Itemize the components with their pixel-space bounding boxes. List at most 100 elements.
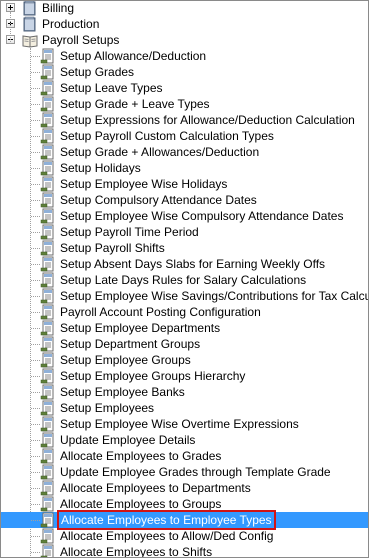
tree-item-setup-late-days-rules-for-salary-calculations[interactable]: Setup Late Days Rules for Salary Calcula… (1, 272, 368, 288)
tree-item-allocate-employees-to-departments[interactable]: Allocate Employees to Departments (1, 480, 368, 496)
tree-item-setup-leave-types[interactable]: Setup Leave Types (1, 80, 368, 96)
tree-root-connector-line (10, 12, 11, 44)
document-page-icon (40, 304, 56, 320)
document-page-icon (40, 160, 56, 176)
tree-item-update-employee-details[interactable]: Update Employee Details (1, 432, 368, 448)
document-page-icon (40, 528, 56, 544)
tree-item-setup-employee-banks[interactable]: Setup Employee Banks (1, 384, 368, 400)
tree-branch-line (31, 392, 40, 393)
tree-item-label: Setup Employee Groups (60, 353, 191, 367)
document-page-icon (40, 80, 56, 96)
tree-item-setup-grades[interactable]: Setup Grades (1, 64, 368, 80)
tree-item-label: Setup Grade + Allowances/Deduction (60, 145, 260, 159)
document-page-icon (40, 496, 56, 512)
tree-branch-line (31, 56, 40, 57)
document-page-icon (40, 544, 56, 557)
tree-item-setup-employee-wise-compulsory-attendance-dates[interactable]: Setup Employee Wise Compulsory Attendanc… (1, 208, 368, 224)
tree-branch-line (31, 296, 40, 297)
tree-branch-line (31, 536, 40, 537)
tree-item-label: Setup Payroll Custom Calculation Types (60, 129, 274, 143)
tree-item-label: Setup Department Groups (60, 337, 201, 351)
tree-item-setup-payroll-custom-calculation-types[interactable]: Setup Payroll Custom Calculation Types (1, 128, 368, 144)
tree-branch-line (31, 408, 40, 409)
tree-branch-line (31, 152, 40, 153)
tree-item-setup-absent-days-slabs-for-earning-weekly-offs[interactable]: Setup Absent Days Slabs for Earning Week… (1, 256, 368, 272)
tree-item-label: Allocate Employees to Grades (60, 449, 222, 463)
tree-item-setup-employees[interactable]: Setup Employees (1, 400, 368, 416)
tree-branch-line (31, 456, 40, 457)
tree-item-setup-grade-leave-types[interactable]: Setup Grade + Leave Types (1, 96, 368, 112)
tree-branch-line (31, 184, 40, 185)
tree-item-setup-holidays[interactable]: Setup Holidays (1, 160, 368, 176)
tree-branch-line (31, 248, 40, 249)
tree-item-allocate-employees-to-employee-types[interactable]: Allocate Employees to Employee Types (1, 510, 368, 530)
document-page-icon (40, 384, 56, 400)
tree-branch-line (31, 520, 40, 521)
tree-item-allocate-employees-to-shifts[interactable]: Allocate Employees to Shifts (1, 544, 368, 558)
tree-item-setup-grade-allowances-deduction[interactable]: Setup Grade + Allowances/Deduction (1, 144, 368, 160)
document-page-icon (40, 240, 56, 256)
tree-branch-line (31, 440, 40, 441)
document-page-icon (40, 352, 56, 368)
tree-item-setup-employee-departments[interactable]: Setup Employee Departments (1, 320, 368, 336)
tree-item-label: Setup Employee Wise Savings/Contribution… (60, 289, 369, 303)
document-page-icon (40, 416, 56, 432)
tree-item-label: Allocate Employees to Shifts (60, 545, 213, 558)
tree-item-label: Allocate Employees to Groups (60, 497, 222, 511)
tree-item-label: Update Employee Details (60, 433, 196, 447)
tree-item-update-employee-grades-through-template-grade[interactable]: Update Employee Grades through Template … (1, 464, 368, 480)
tree-item-label: Setup Grades (60, 65, 135, 79)
tree-item-setup-payroll-shifts[interactable]: Setup Payroll Shifts (1, 240, 368, 256)
tree-item-allocate-employees-to-grades[interactable]: Allocate Employees to Grades (1, 448, 368, 464)
document-page-icon (40, 224, 56, 240)
tree-item-payroll-account-posting-configuration[interactable]: Payroll Account Posting Configuration (1, 304, 368, 320)
document-page-icon (40, 480, 56, 496)
tree-node-payroll-setups[interactable]: Payroll Setups (1, 32, 368, 48)
document-page-icon (40, 368, 56, 384)
tree-item-setup-expressions-for-allowance-deduction-calculation[interactable]: Setup Expressions for Allowance/Deductio… (1, 112, 368, 128)
tree-branch-line (31, 312, 40, 313)
tree-item-label: Setup Allowance/Deduction (60, 49, 207, 63)
tree-item-label: Setup Absent Days Slabs for Earning Week… (60, 257, 326, 271)
tree-node-label: Payroll Setups (42, 33, 120, 47)
tree-node-billing[interactable]: Billing (1, 1, 368, 16)
tree-branch-line (31, 200, 40, 201)
tree-branch-line (31, 88, 40, 89)
document-page-icon (40, 48, 56, 64)
tree-item-allocate-employees-to-groups[interactable]: Allocate Employees to Groups (1, 496, 368, 512)
document-page-icon (40, 112, 56, 128)
expand-plus-icon[interactable] (6, 3, 15, 12)
document-page-icon (40, 256, 56, 272)
tree-item-label: Setup Employee Wise Compulsory Attendanc… (60, 209, 344, 223)
tree-item-setup-department-groups[interactable]: Setup Department Groups (1, 336, 368, 352)
open-book-icon (22, 32, 38, 48)
tree-item-label: Setup Grade + Leave Types (60, 97, 210, 111)
tree-item-label: Payroll Account Posting Configuration (60, 305, 261, 319)
tree-item-label: Setup Compulsory Attendance Dates (60, 193, 257, 207)
document-page-icon (40, 432, 56, 448)
document-page-icon (40, 288, 56, 304)
tree-node-production[interactable]: Production (1, 16, 368, 32)
tree-branch-line (31, 424, 40, 425)
tree-branch-line (31, 552, 40, 553)
tree-item-label: Update Employee Grades through Template … (60, 465, 331, 479)
tree-item-label: Allocate Employees to Allow/Ded Config (60, 529, 274, 543)
document-page-icon (40, 208, 56, 224)
document-page-icon (40, 448, 56, 464)
tree-item-setup-allowance-deduction[interactable]: Setup Allowance/Deduction (1, 48, 368, 64)
tree-branch-line (31, 72, 40, 73)
tree-item-setup-payroll-time-period[interactable]: Setup Payroll Time Period (1, 224, 368, 240)
tree-item-label: Setup Payroll Shifts (60, 241, 165, 255)
tree-item-setup-employee-wise-holidays[interactable]: Setup Employee Wise Holidays (1, 176, 368, 192)
tree-item-allocate-employees-to-allow-ded-config[interactable]: Allocate Employees to Allow/Ded Config (1, 528, 368, 544)
tree-item-setup-employee-wise-savings-contributions-for-tax-calculation[interactable]: Setup Employee Wise Savings/Contribution… (1, 288, 368, 304)
tree-branch-line (31, 472, 40, 473)
tree-item-setup-employee-wise-overtime-expressions[interactable]: Setup Employee Wise Overtime Expressions (1, 416, 368, 432)
tree-branch-line (31, 280, 40, 281)
tree-item-setup-employee-groups[interactable]: Setup Employee Groups (1, 352, 368, 368)
tree-item-label: Allocate Employees to Departments (60, 481, 251, 495)
tree-item-setup-compulsory-attendance-dates[interactable]: Setup Compulsory Attendance Dates (1, 192, 368, 208)
navigation-tree[interactable]: Billing Production Payroll Setups Setup All… (0, 0, 369, 558)
folder-icon (22, 16, 38, 32)
tree-item-setup-employee-groups-hierarchy[interactable]: Setup Employee Groups Hierarchy (1, 368, 368, 384)
